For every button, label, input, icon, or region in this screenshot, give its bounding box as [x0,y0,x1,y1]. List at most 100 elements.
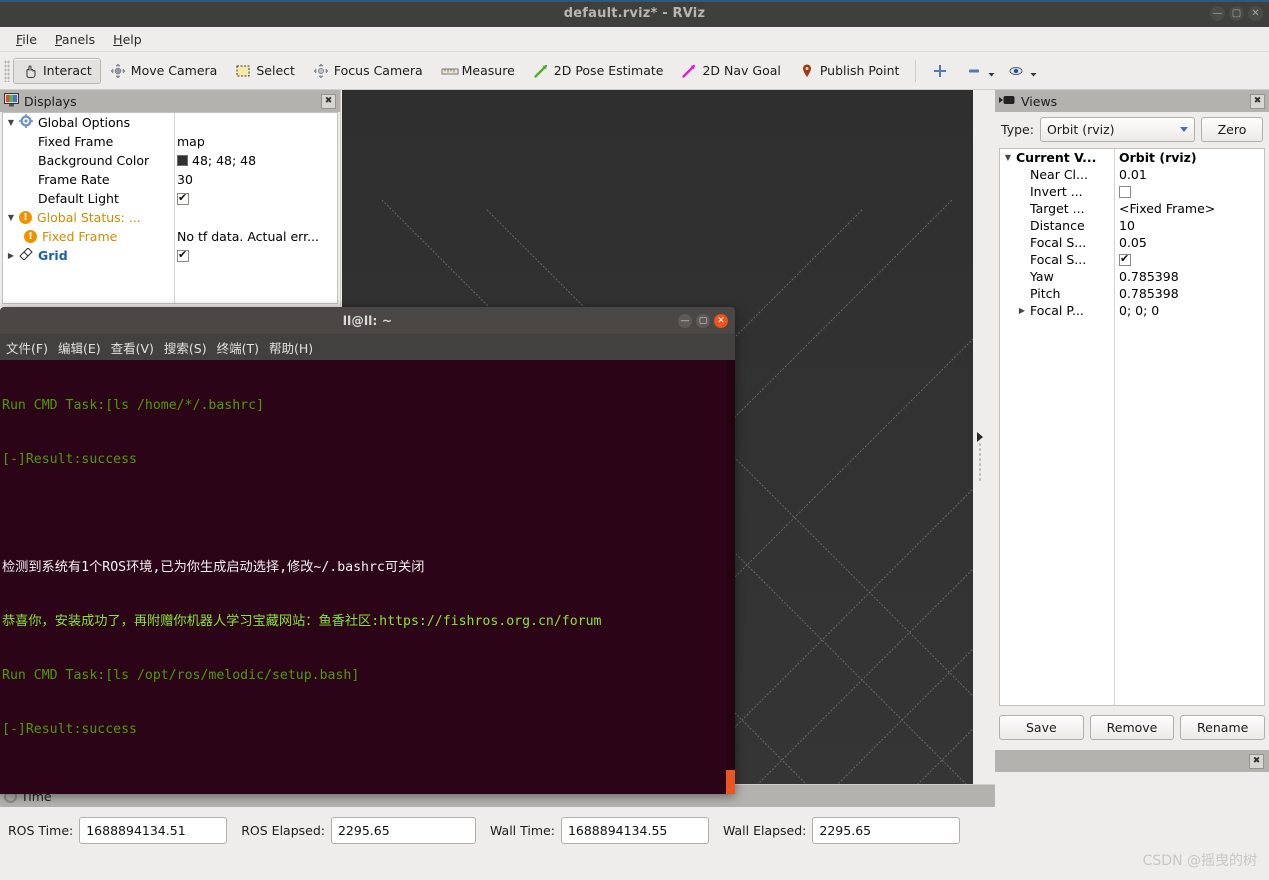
menu-item-panels[interactable]: Panels [47,29,103,50]
default-light-checkbox[interactable] [177,192,189,205]
views-value-focal-point[interactable]: 0; 0; 0 [1119,303,1159,318]
close-icon[interactable]: ✕ [1248,6,1263,21]
invert-checkbox[interactable] [1119,185,1131,198]
terminal-menu-search[interactable]: 搜索(S) [164,338,207,357]
views-value-near-clip[interactable]: 0.01 [1119,167,1147,182]
terminal-menu-terminal[interactable]: 终端(T) [217,338,259,357]
terminal-menu-help[interactable]: 帮助(H) [269,338,313,357]
focal-shape-fixed-checkbox[interactable] [1119,253,1131,266]
views-row-focal-shape-fixed[interactable]: Focal S... [1000,251,1264,268]
tool-select-button[interactable]: Select [226,58,304,84]
chevron-down-icon-2[interactable] [1029,63,1038,79]
toolbar-grip[interactable] [4,59,10,82]
tool-2d-pose-estimate-button[interactable]: 2D Pose Estimate [524,58,673,84]
wall-elapsed-label: Wall Elapsed: [722,823,807,838]
terminal-scrollbar[interactable] [726,360,735,794]
twisty-down-icon[interactable]: ▼ [3,118,19,127]
views-row-distance[interactable]: Distance 10 [1000,217,1264,234]
menu-panels-rest: anels [61,31,96,47]
zero-button[interactable]: Zero [1201,117,1263,142]
tool-2d-nav-goal-button[interactable]: 2D Nav Goal [672,58,789,84]
visibility-button[interactable] [999,58,1041,84]
wall-time-field[interactable]: 1688894134.55 [560,817,709,844]
ros-time-field[interactable]: 1688894134.51 [79,817,228,844]
views-row-invert[interactable]: Invert ... [1000,183,1264,200]
views-label-current-view: Current V... [1016,150,1097,165]
add-tool-button[interactable] [923,58,957,84]
terminal-line: 恭喜你，安装成功了，再附赠你机器人学习宝藏网站：鱼香社区:https://fis… [2,614,602,629]
ros-elapsed-field[interactable]: 2295.65 [330,817,476,844]
twisty-right-icon-views[interactable]: ▶ [1014,306,1030,315]
time-panel: Time ROS Time: 1688894134.51 ROS Elapsed… [0,784,995,880]
tool-measure-button[interactable]: Measure [432,58,524,84]
views-row-yaw[interactable]: Yaw 0.785398 [1000,268,1264,285]
remove-view-button[interactable]: Remove [1089,715,1175,740]
tree-row-global-status[interactable]: ▼ ! Global Status: ... [3,208,337,227]
tool-focus-camera-button[interactable]: Focus Camera [304,58,432,84]
tree-row-fixed-frame-status[interactable]: ! Fixed Frame No tf data. Actual err... [3,227,337,246]
terminal-menu-file[interactable]: 文件(F) [6,338,48,357]
views-bottom-close-icon[interactable]: ✖ [1249,753,1264,769]
chevron-down-icon[interactable] [987,63,996,79]
ros-elapsed-value: 2295.65 [337,823,390,838]
tree-label-global-options: Global Options [38,115,131,130]
focus-camera-icon [313,63,329,79]
tree-row-fixed-frame[interactable]: Fixed Frame map [3,132,337,151]
panel-collapse-handle[interactable] [974,90,986,784]
terminal-close-icon[interactable]: ✕ [714,314,728,328]
tree-value-background-color[interactable]: 48; 48; 48 [192,153,256,168]
tree-label-grid: Grid [38,248,68,263]
twisty-down-icon-2[interactable]: ▼ [3,213,19,222]
tree-label-background-color: Background Color [38,153,150,168]
tree-value-fixed-frame[interactable]: map [177,134,205,149]
views-label-yaw: Yaw [1030,269,1054,284]
twisty-right-icon[interactable]: ▶ [3,251,19,260]
remove-tool-button[interactable] [957,58,999,84]
views-row-focal-shape-size[interactable]: Focal S... 0.05 [1000,234,1264,251]
views-row-target[interactable]: Target ... <Fixed Frame> [1000,200,1264,217]
terminal-window[interactable]: ll@ll: ~ — ▢ ✕ 文件(F) 编辑(E) 查看(V) 搜索(S) 终… [0,307,735,794]
twisty-down-icon-views[interactable]: ▼ [1000,153,1016,162]
views-value-target[interactable]: <Fixed Frame> [1119,201,1215,216]
tool-move-camera-button[interactable]: Move Camera [101,58,227,84]
displays-close-icon[interactable]: ✖ [321,93,336,109]
views-value-focal-shape-size[interactable]: 0.05 [1119,235,1147,250]
tree-row-frame-rate[interactable]: Frame Rate 30 [3,170,337,189]
views-tree[interactable]: ▼ Current V... Orbit (rviz) Near Cl... 0… [999,148,1265,706]
views-row-current-view[interactable]: ▼ Current V... Orbit (rviz) [1000,149,1264,166]
minimize-icon[interactable]: — [1210,6,1225,21]
terminal-scrollbar-thumb[interactable] [726,770,735,794]
rename-view-button[interactable]: Rename [1180,715,1266,740]
views-row-focal-point[interactable]: ▶ Focal P... 0; 0; 0 [1000,302,1264,319]
terminal-maximize-icon[interactable]: ▢ [696,314,710,328]
terminal-output[interactable]: Run CMD Task:[ls /home/*/.bashrc] [-]Res… [0,360,735,794]
grid-checkbox[interactable] [177,249,189,262]
views-row-near-clip[interactable]: Near Cl... 0.01 [1000,166,1264,183]
tree-row-grid[interactable]: ▶ Grid [3,246,337,265]
view-type-label: Type: [1001,122,1034,137]
terminal-menu-edit[interactable]: 编辑(E) [58,338,101,357]
tool-publish-point-button[interactable]: Publish Point [790,58,909,84]
menu-item-file[interactable]: File [8,29,45,50]
save-view-button[interactable]: Save [999,715,1084,740]
views-row-pitch[interactable]: Pitch 0.785398 [1000,285,1264,302]
tool-interact-button[interactable]: Interact [13,57,101,84]
tree-row-background-color[interactable]: Background Color 48; 48; 48 [3,151,337,170]
views-value-pitch[interactable]: 0.785398 [1119,286,1179,301]
views-close-icon[interactable]: ✖ [1250,93,1265,109]
tree-row-default-light[interactable]: Default Light [3,189,337,208]
terminal-menu-view[interactable]: 查看(V) [111,338,154,357]
view-type-select[interactable]: Orbit (rviz) [1039,117,1195,142]
tree-value-frame-rate[interactable]: 30 [177,172,193,187]
menu-help-rest: elp [122,31,142,47]
maximize-icon[interactable]: ▢ [1229,6,1244,21]
views-label-pitch: Pitch [1030,286,1061,301]
color-swatch[interactable] [177,155,188,166]
displays-tree[interactable]: ▼ Global Options Fixed Frame map Backgro… [2,112,338,304]
terminal-minimize-icon[interactable]: — [678,314,692,328]
wall-elapsed-field[interactable]: 2295.65 [812,817,961,844]
menu-item-help[interactable]: Help [105,29,150,50]
tree-row-global-options[interactable]: ▼ Global Options [3,113,337,132]
views-value-distance[interactable]: 10 [1119,218,1135,233]
views-value-yaw[interactable]: 0.785398 [1119,269,1179,284]
